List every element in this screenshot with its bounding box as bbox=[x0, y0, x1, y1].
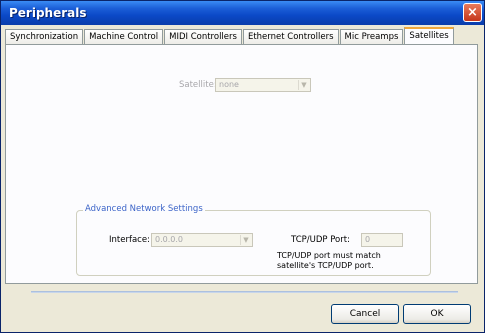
port-field[interactable]: 0 bbox=[361, 233, 403, 247]
satellite-value: none bbox=[219, 80, 239, 89]
window-title: Peripherals bbox=[9, 6, 87, 20]
port-note-line1: TCP/UDP port must match bbox=[277, 251, 381, 260]
tab-synchronization[interactable]: Synchronization bbox=[5, 29, 84, 45]
interface-dropdown[interactable]: 0.0.0.0 ▼ bbox=[151, 233, 253, 247]
title-bar[interactable]: Peripherals × bbox=[1, 1, 484, 25]
close-icon: × bbox=[467, 5, 478, 20]
port-note-line2: satellite's TCP/UDP port. bbox=[277, 261, 374, 270]
satellites-panel: Satellite: none ▼ Advanced Network Setti… bbox=[5, 44, 478, 284]
ok-button[interactable]: OK bbox=[403, 304, 471, 324]
tab-machine-control[interactable]: Machine Control bbox=[84, 29, 164, 45]
group-title: Advanced Network Settings bbox=[83, 204, 205, 214]
port-value: 0 bbox=[365, 235, 371, 244]
tab-midi-controllers[interactable]: MIDI Controllers bbox=[164, 29, 242, 45]
tab-satellites[interactable]: Satellites bbox=[404, 27, 454, 45]
tab-strip: Synchronization Machine Control MIDI Contr… bbox=[5, 27, 480, 45]
tab-ethernet-controllers[interactable]: Ethernet Controllers bbox=[242, 29, 339, 45]
close-button[interactable]: × bbox=[463, 3, 482, 22]
chevron-down-icon: ▼ bbox=[240, 235, 251, 245]
tab-mic-preamps[interactable]: Mic Preamps bbox=[339, 29, 404, 45]
interface-value: 0.0.0.0 bbox=[155, 235, 183, 244]
advanced-network-settings-group: Advanced Network Settings Interface: 0.0… bbox=[76, 204, 431, 276]
separator bbox=[31, 291, 458, 293]
cancel-button[interactable]: Cancel bbox=[331, 304, 399, 324]
satellite-dropdown[interactable]: none ▼ bbox=[215, 78, 311, 92]
peripherals-dialog: Peripherals × Synchronization Machine Con… bbox=[0, 0, 485, 333]
chevron-down-icon: ▼ bbox=[298, 80, 309, 90]
satellite-label: Satellite: bbox=[179, 80, 217, 90]
interface-label: Interface: bbox=[109, 235, 150, 245]
port-label: TCP/UDP Port: bbox=[291, 235, 350, 245]
